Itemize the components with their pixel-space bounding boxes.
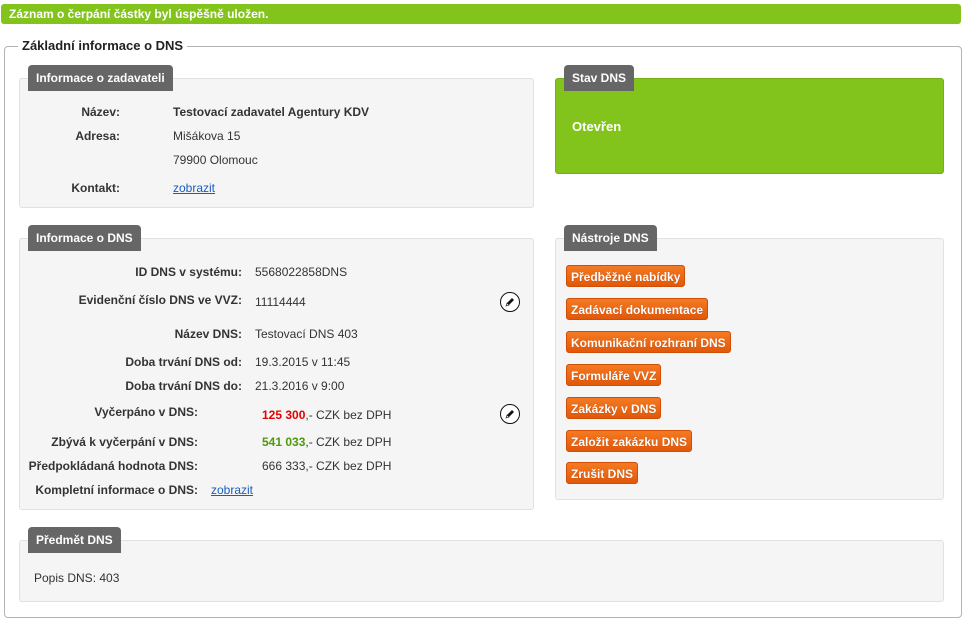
- stav-value: Otevřen: [572, 119, 622, 134]
- fieldset-legend: Základní informace o DNS: [18, 38, 188, 54]
- dns-kompletni-label: Kompletní informace o DNS:: [35, 483, 198, 497]
- dns-info-panel-title: Informace o DNS: [28, 225, 141, 251]
- edit-vycerpano-icon[interactable]: [500, 404, 520, 424]
- dns-do-value: 21.3.2016 v 9:00: [255, 379, 345, 393]
- vycerpano-suffix: ,- CZK bez DPH: [305, 408, 392, 422]
- predmet-popis: Popis DNS: 403: [34, 571, 120, 585]
- dns-predpokl-value: 666 333,- CZK bez DPH: [262, 459, 392, 473]
- predmet-panel-title: Předmět DNS: [28, 527, 121, 553]
- zadavatel-panel-title: Informace o zadavateli: [28, 65, 173, 91]
- zadavatel-nazev-label: Název:: [81, 105, 120, 119]
- zakazky-v-dns-button[interactable]: Zakázky v DNS: [566, 397, 662, 419]
- dns-predpokl-label: Předpokládaná hodnota DNS:: [28, 459, 198, 473]
- nastroje-panel-title: Nástroje DNS: [564, 225, 657, 251]
- predbezne-nabidky-button[interactable]: Předběžné nabídky: [566, 265, 686, 287]
- dns-id-value: 5568022858DNS: [255, 265, 348, 279]
- dns-id-label: ID DNS v systému:: [135, 265, 242, 279]
- dns-do-label: Doba trvání DNS do:: [125, 379, 242, 393]
- zadavatel-nazev-value: Testovací zadavatel Agentury KDV: [173, 105, 370, 119]
- stav-panel-title: Stav DNS: [564, 65, 635, 91]
- dns-evid-value: 11114444: [255, 295, 306, 309]
- dns-vycerpano-label: Vyčerpáno v DNS:: [94, 405, 198, 419]
- dns-vycerpano-value: 125 300,- CZK bez DPH: [262, 408, 391, 422]
- dns-zbyva-label: Zbývá k vyčerpání v DNS:: [51, 435, 198, 449]
- zalozit-zakazku-button[interactable]: Založit zakázku DNS: [566, 430, 693, 452]
- komunikacni-rozhrani-button[interactable]: Komunikační rozhraní DNS: [566, 331, 731, 353]
- zadavatel-adresa-line2: 79900 Olomouc: [173, 153, 258, 167]
- dns-nazev-value: Testovací DNS 403: [255, 327, 358, 341]
- zrusit-dns-button[interactable]: Zrušit DNS: [566, 462, 639, 484]
- formulare-vvz-button[interactable]: Formuláře VVZ: [566, 364, 662, 386]
- dns-nazev-label: Název DNS:: [174, 327, 242, 341]
- dns-evid-label: Evidenční číslo DNS ve VVZ:: [78, 293, 242, 307]
- zadavatel-kontakt-label: Kontakt:: [71, 181, 120, 195]
- predmet-panel: [19, 540, 944, 602]
- zbyva-suffix: ,- CZK bez DPH: [305, 435, 392, 449]
- zbyva-amount: 541 033: [262, 435, 306, 449]
- dns-kompletni-link[interactable]: zobrazit: [211, 483, 253, 497]
- dns-od-value: 19.3.2015 v 11:45: [255, 355, 351, 369]
- vycerpano-amount: 125 300: [262, 408, 306, 422]
- dns-od-label: Doba trvání DNS od:: [125, 355, 242, 369]
- edit-evid-icon[interactable]: [500, 292, 520, 312]
- zadavatel-adresa-label: Adresa:: [75, 129, 120, 143]
- zadavatel-adresa-line1: Mišákova 15: [173, 129, 241, 143]
- zadavatel-kontakt-link[interactable]: zobrazit: [173, 181, 215, 195]
- zadavaci-dokumentace-button[interactable]: Zadávací dokumentace: [566, 298, 709, 320]
- dns-zbyva-value: 541 033,- CZK bez DPH: [262, 435, 391, 449]
- success-flash-message: Záznam o čerpání částky byl úspěšně ulož…: [1, 4, 961, 24]
